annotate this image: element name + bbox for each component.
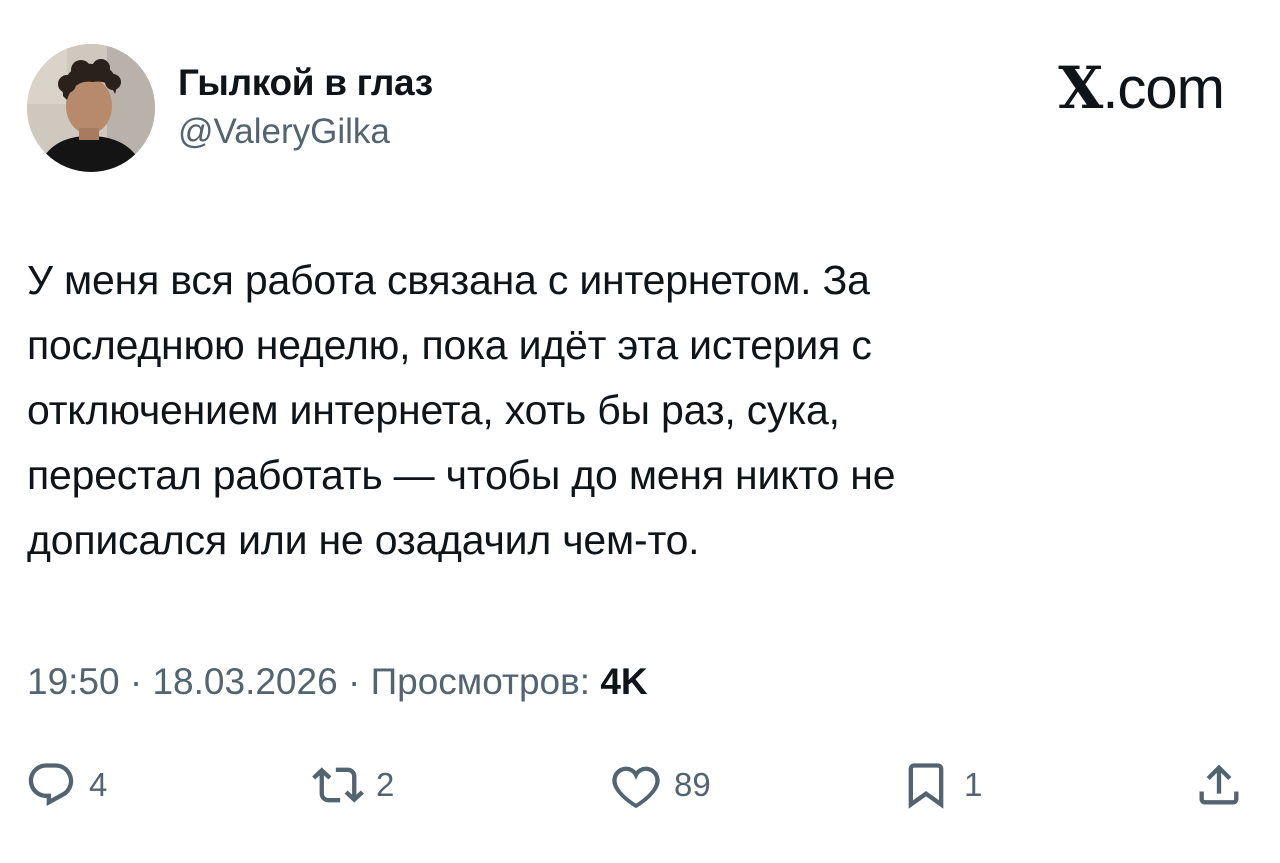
avatar[interactable] [27, 44, 155, 172]
heart-icon [612, 766, 660, 809]
share-icon [1199, 764, 1239, 805]
tweet-text: У меня вся работа связана с интернетом. … [27, 248, 1207, 573]
tweet-date[interactable]: 18.03.2026 [152, 661, 337, 702]
tweet-text-line: последнюю неделю, пока идёт эта истерия … [27, 322, 872, 368]
display-name[interactable]: Гылкой в глаз [178, 62, 433, 104]
avatar-image [27, 44, 155, 172]
tweet-time[interactable]: 19:50 [27, 661, 120, 702]
brand-suffix: .com [1102, 56, 1225, 121]
retweet-count: 2 [376, 766, 395, 803]
like-count: 89 [674, 766, 711, 803]
retweet-button[interactable]: 2 [312, 750, 394, 820]
views-label: Просмотров: [370, 661, 591, 702]
reply-button[interactable]: 4 [25, 750, 107, 820]
x-logo-icon: X [1058, 54, 1103, 122]
action-bar: 4 2 89 1 [0, 750, 1280, 820]
tweet-text-line: отключением интернета, хоть бы раз, сука… [27, 387, 840, 433]
user-handle[interactable]: @ValeryGilka [178, 112, 390, 152]
brand-logo: X.com [1058, 54, 1225, 122]
bookmark-count: 1 [964, 766, 983, 803]
meta-separator: · [347, 661, 361, 702]
tweet-text-line: дописался или не озадачил чем-то. [27, 517, 700, 563]
reply-icon [28, 763, 74, 807]
like-button[interactable]: 89 [610, 750, 711, 820]
bookmark-icon [908, 763, 944, 809]
share-button[interactable] [1193, 750, 1245, 820]
tweet-text-line: У меня вся работа связана с интернетом. … [27, 257, 870, 303]
reply-count: 4 [89, 766, 108, 803]
views-count: 4K [600, 661, 648, 702]
retweet-icon [312, 767, 364, 803]
tweet-meta: 19:50 · 18.03.2026 · Просмотров: 4K [27, 661, 648, 703]
meta-separator: · [129, 661, 143, 702]
bookmark-button[interactable]: 1 [900, 750, 982, 820]
tweet-text-line: перестал работать — чтобы до меня никто … [27, 452, 896, 498]
